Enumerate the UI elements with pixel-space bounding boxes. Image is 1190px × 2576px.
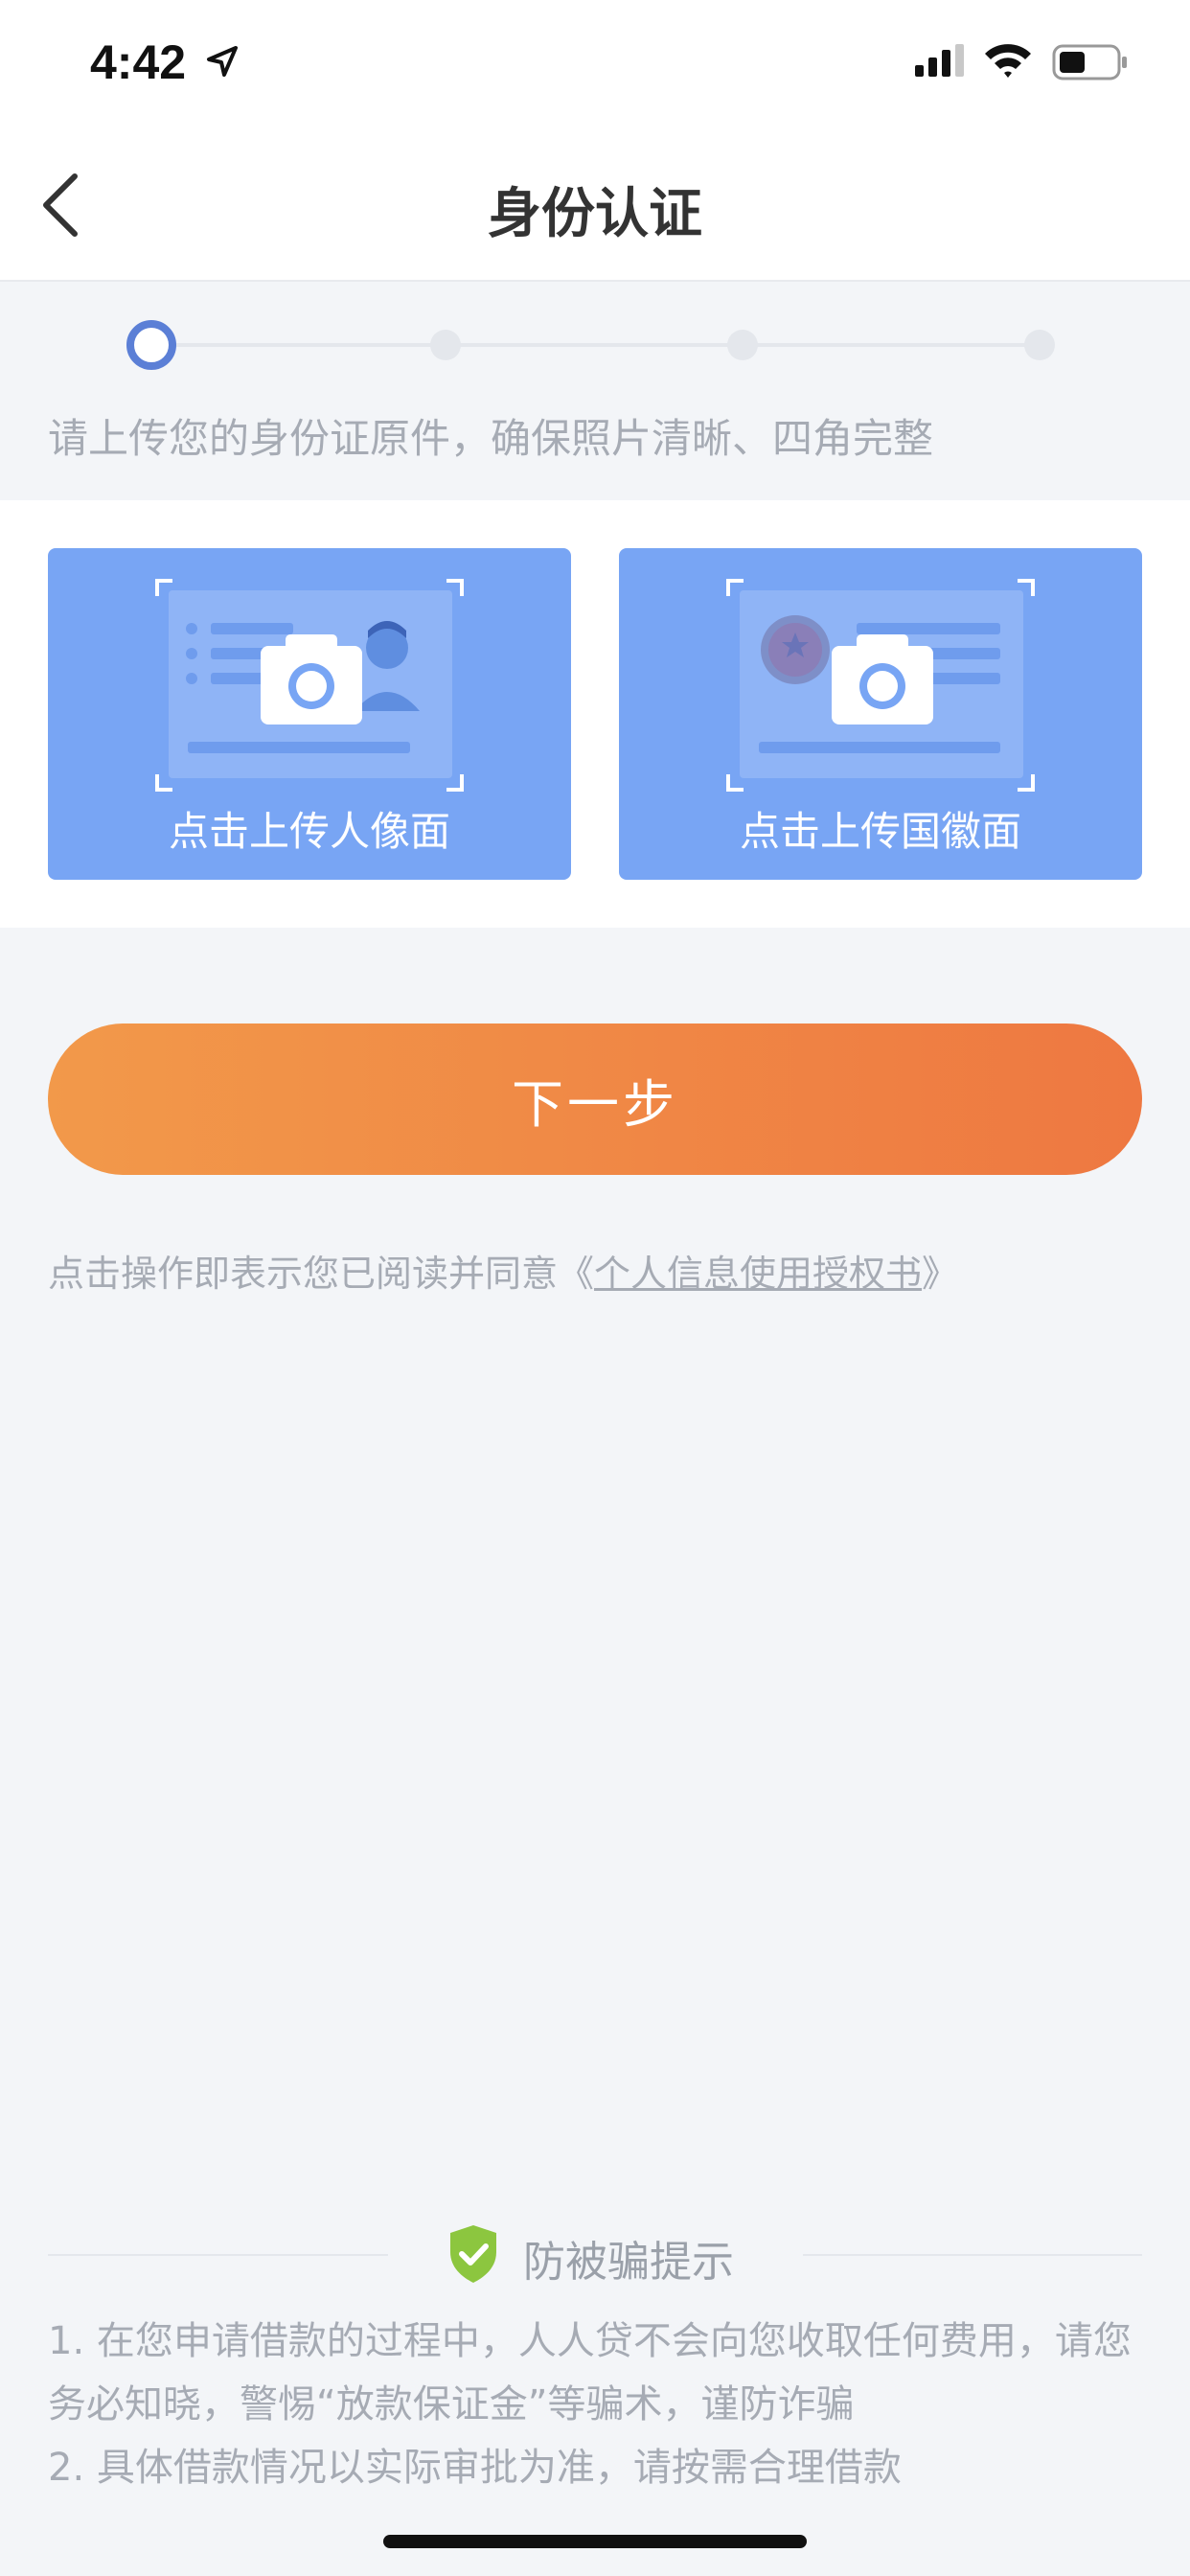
shield-check-icon [450,2225,496,2283]
battery-icon [1052,44,1127,80]
upload-front-card[interactable]: 点击上传人像面 [48,548,571,880]
home-indicator[interactable] [383,2535,807,2548]
upload-back-label: 点击上传国徽面 [739,808,1021,855]
step-2-dot [430,330,461,360]
cellular-signal-icon [915,44,964,77]
next-step-button[interactable]: 下一步 [48,1024,1142,1175]
id-card-emblem-illustration [726,579,1035,792]
step-1-active [126,320,176,370]
consent-suffix: 》 [922,1253,959,1295]
page-title: 身份认证 [488,183,702,245]
anti-fraud-note-1: 1. 在您申请借款的过程中，人人贷不会向您收取任何费用，请您务必知晓，警惕“放款… [48,2319,1132,2426]
upload-section: 点击上传人像面 点击上传国徽面 [0,500,1190,928]
stepper-track [149,343,1040,347]
camera-icon [261,634,362,724]
upload-front-label: 点击上传人像面 [168,808,450,855]
wifi-icon [985,44,1031,78]
id-card-portrait-illustration [155,579,464,792]
status-bar: 4:42 [0,0,1190,125]
consent-prefix: 点击操作即表示您已阅读并同意《 [48,1253,595,1295]
progress-stepper: 请上传您的身份证原件，确保照片清晰、四角完整 [0,282,1190,500]
anti-fraud-title: 防被骗提示 [523,2238,734,2287]
divider-left [48,2254,388,2256]
consent-text: 点击操作即表示您已阅读并同意《个人信息使用授权书》 [48,1244,958,1297]
status-time: 4:42 [90,35,187,89]
step-3-dot [727,330,758,360]
anti-fraud-notes: 1. 在您申请借款的过程中，人人贷不会向您收取任何费用，请您务必知晓，警惕“放款… [48,2310,1150,2499]
upload-back-card[interactable]: 点击上传国徽面 [619,548,1142,880]
camera-icon [832,634,933,724]
location-arrow-icon [207,46,238,77]
anti-fraud-note-2: 2. 具体借款情况以实际审批为准，请按需合理借款 [48,2446,902,2490]
step-4-dot [1024,330,1055,360]
upload-instruction: 请上传您的身份证原件，确保照片清晰、四角完整 [48,415,934,462]
divider-right [803,2254,1142,2256]
navigation-bar: 身份认证 [0,125,1190,282]
authorization-link[interactable]: 个人信息使用授权书 [594,1253,922,1295]
